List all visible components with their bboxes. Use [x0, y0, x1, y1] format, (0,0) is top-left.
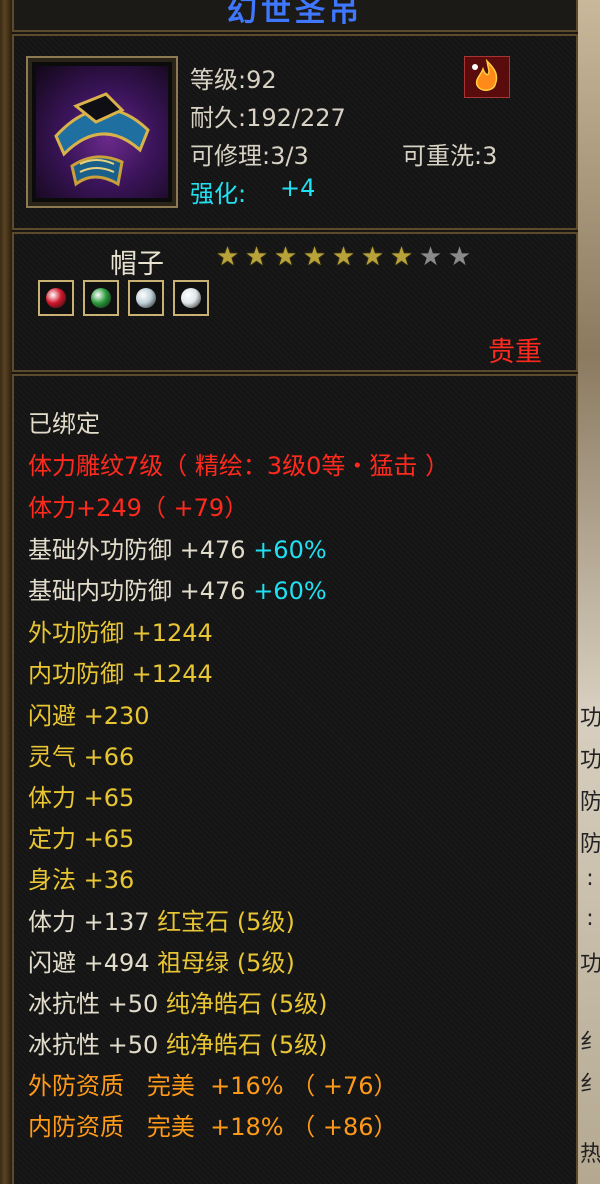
diamond-gem-icon[interactable] [173, 280, 209, 316]
quality-label: 贵重 [488, 337, 542, 368]
repairable-text: 可修理:3/3 [190, 142, 309, 170]
aptitude-value: +16% （ +76） [210, 1072, 398, 1100]
gem-bonus-name: 纯净皓石 (5级) [165, 990, 328, 1018]
aptitude-grade: 完美 [146, 1113, 195, 1141]
level-text: 等级:92 [190, 66, 277, 94]
base-external-defense-percent: +60% [253, 536, 327, 564]
aptitude-label: 内防资质 [28, 1113, 124, 1141]
aptitude-label: 外防资质 [28, 1072, 124, 1100]
spirit-attribute: 灵气 +66 [28, 743, 135, 771]
diamond-gem-icon[interactable] [128, 280, 164, 316]
edge-fragment: 功 [580, 748, 600, 773]
item-header-panel: 等级:92 耐久:192/227 可修理:3/3 可重洗:3 强化: +4 [12, 34, 578, 230]
base-internal-defense-value: 基础内功防御 +476 [28, 577, 246, 605]
gem-stone [181, 288, 201, 308]
external-defense: 外功防御 +1244 [28, 619, 213, 647]
edge-fragment: 功 [580, 706, 600, 731]
ruby-gem-icon[interactable] [38, 280, 74, 316]
base-internal-defense-percent: +60% [253, 577, 327, 605]
external-aptitude: 外防资质 完美 +16% （ +76） [28, 1066, 398, 1101]
tooltip-title-bar: 幻世圣吊 [12, 0, 578, 32]
gem-slots [38, 280, 209, 316]
gem-bonus-stat: 冰抗性 +50 [28, 990, 159, 1018]
gem-bonus-ruby: 体力 +137 红宝石 (5级) [28, 902, 295, 937]
star-empty-icon: ★ [418, 242, 443, 272]
durability-text: 耐久:192/227 [190, 104, 346, 132]
gem-stone [136, 288, 156, 308]
item-title: 幻世圣吊 [227, 0, 363, 29]
stamina-attribute: 体力 +65 [28, 784, 135, 812]
edge-fragment: 防 [580, 790, 600, 815]
item-name-panel: 帽子 ★ ★ ★ ★ ★ ★ ★ ★ ★ 贵重 [12, 232, 578, 372]
internal-aptitude: 内防资质 完美 +18% （ +86） [28, 1107, 398, 1142]
dodge-attribute: 闪避 +230 [28, 702, 150, 730]
star-filled-icon: ★ [302, 242, 327, 272]
edge-fragment: 防 [580, 832, 600, 857]
gem-bonus-name: 祖母绿 (5级) [157, 949, 295, 977]
star-empty-icon: ★ [447, 242, 472, 272]
item-icon-frame[interactable] [26, 56, 178, 208]
gem-bonus-emerald: 闪避 +494 祖母绿 (5级) [28, 943, 295, 978]
gem-bonus-name: 红宝石 (5级) [157, 908, 295, 936]
star-filled-icon: ★ [215, 242, 240, 272]
enhance-label: 强化: [190, 180, 247, 208]
edge-fragment: 纟 [580, 1030, 600, 1055]
rewash-text: 可重洗:3 [402, 142, 498, 170]
star-filled-icon: ★ [331, 242, 356, 272]
item-attributes-panel: 已绑定 体力雕纹7级（ 精绘：3级0等・猛击 ） 体力+249（ +79） 基础… [12, 374, 578, 1184]
base-external-defense-value: 基础外功防御 +476 [28, 536, 246, 564]
star-rating: ★ ★ ★ ★ ★ ★ ★ ★ ★ [214, 244, 473, 271]
gem-bonus-diamond: 冰抗性 +50 纯净皓石 (5级) [28, 1025, 328, 1060]
gem-bonus-stat: 冰抗性 +50 [28, 1031, 159, 1059]
gem-bonus-stat: 闪避 +494 [28, 949, 150, 977]
edge-fragment: 纟 [580, 1072, 600, 1097]
engrave-attribute: 体力雕纹7级（ 精绘：3级0等・猛击 ） [28, 452, 450, 480]
aptitude-value: +18% （ +86） [210, 1113, 398, 1141]
star-filled-icon: ★ [360, 242, 385, 272]
star-filled-icon: ★ [273, 242, 298, 272]
gem-stone [91, 288, 111, 308]
edge-fragment: : [586, 906, 594, 931]
edge-fragment: : [586, 866, 594, 891]
edge-fragment: 热 [580, 1142, 600, 1167]
gem-stone [46, 288, 66, 308]
agility-attribute: 身法 +36 [28, 866, 135, 894]
helmet-icon [36, 66, 168, 198]
base-internal-defense: 基础内功防御 +476 +60% [28, 571, 327, 606]
enhance-value: +4 [280, 174, 316, 202]
aptitude-grade: 完美 [146, 1072, 195, 1100]
gem-bonus-stat: 体力 +137 [28, 908, 150, 936]
edge-fragment: 功 [580, 952, 600, 977]
bound-status: 已绑定 [28, 410, 100, 438]
star-filled-icon: ★ [389, 242, 414, 272]
gem-bonus-diamond: 冰抗性 +50 纯净皓石 (5级) [28, 984, 328, 1019]
stamina-total-attribute: 体力+249（ +79） [28, 494, 249, 522]
gem-bonus-name: 纯净皓石 (5级) [165, 1031, 328, 1059]
star-filled-icon: ★ [244, 242, 269, 272]
focus-attribute: 定力 +65 [28, 825, 135, 853]
internal-defense: 内功防御 +1244 [28, 660, 213, 688]
fire-status-icon [464, 56, 510, 98]
item-type-name: 帽子 [110, 249, 164, 280]
emerald-gem-icon[interactable] [83, 280, 119, 316]
base-external-defense: 基础外功防御 +476 +60% [28, 530, 327, 565]
left-border [0, 0, 12, 1184]
background-window-edge: 功 功 防 防 : : 功 纟 纟 热 [578, 0, 600, 1184]
